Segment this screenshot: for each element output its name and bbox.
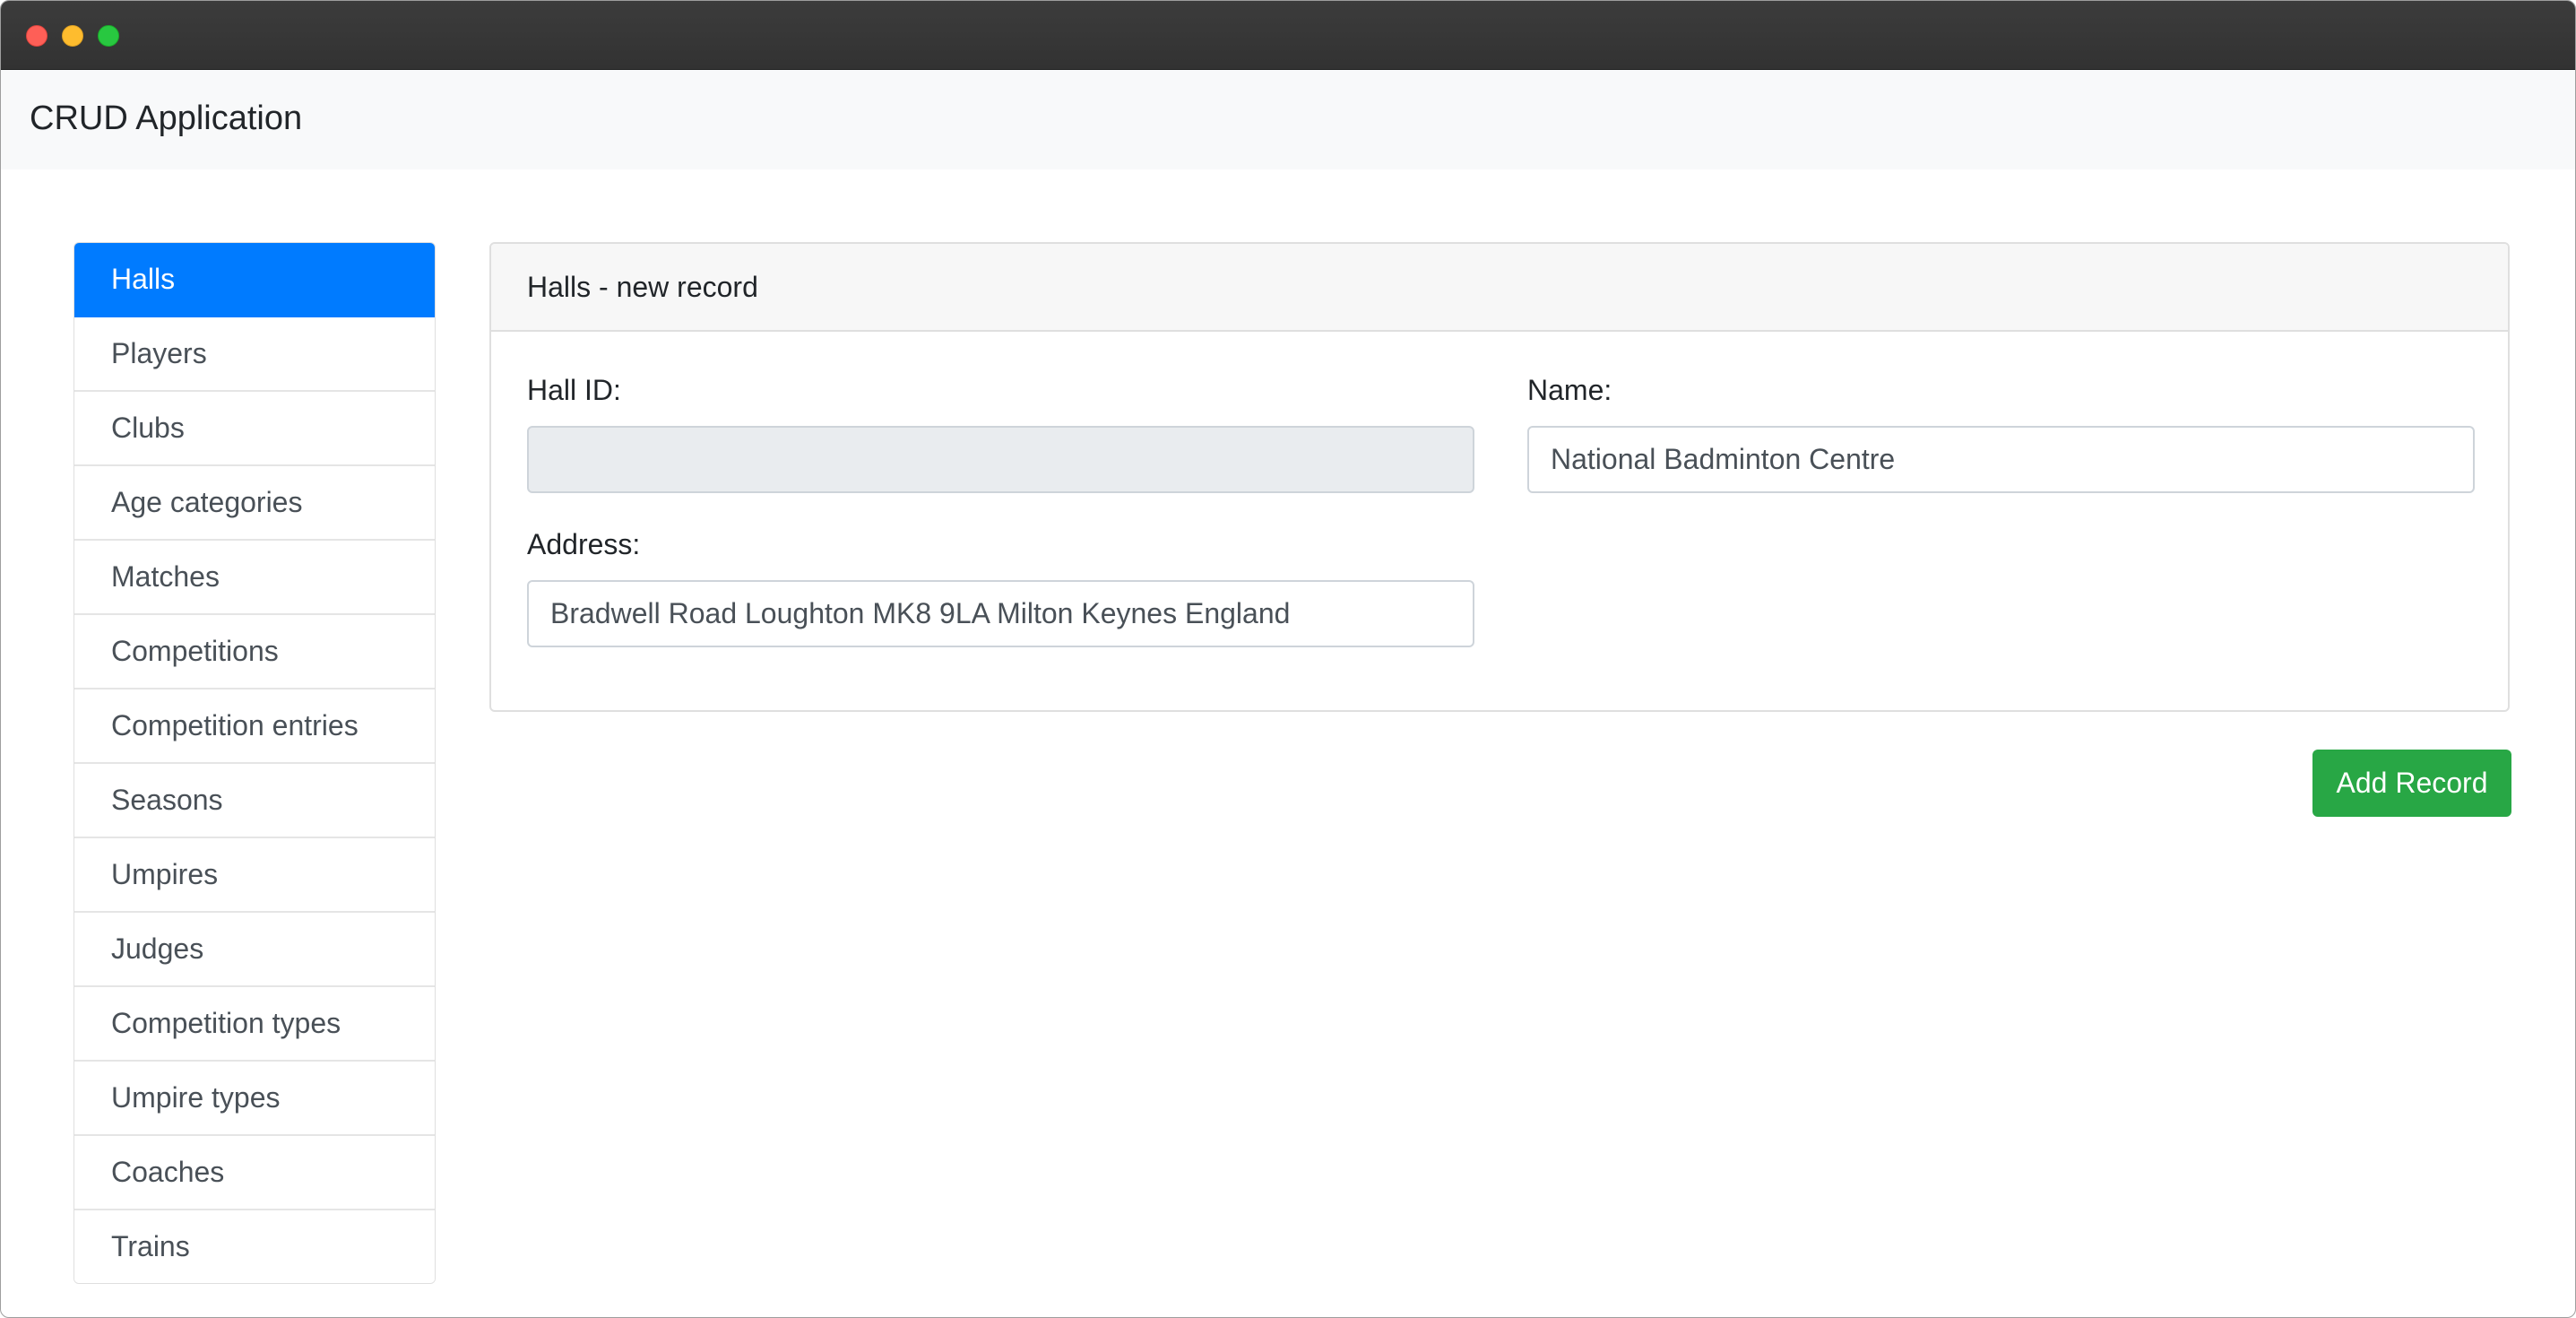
name-label: Name: — [1527, 374, 1612, 406]
sidebar-nav: Halls Players Clubs Age categories Match… — [73, 242, 436, 1284]
name-input[interactable] — [1527, 426, 2475, 493]
sidebar-item-trains[interactable]: Trains — [74, 1210, 435, 1283]
add-record-button[interactable]: Add Record — [2312, 750, 2511, 817]
window-titlebar — [1, 1, 2575, 70]
sidebar-item-competition-entries[interactable]: Competition entries — [74, 689, 435, 764]
sidebar-item-competition-types[interactable]: Competition types — [74, 987, 435, 1062]
sidebar-item-umpire-types[interactable]: Umpire types — [74, 1062, 435, 1136]
sidebar-item-judges[interactable]: Judges — [74, 913, 435, 987]
navbar: CRUD Application — [1, 70, 2575, 169]
sidebar-item-players[interactable]: Players — [74, 317, 435, 392]
maximize-window-button[interactable] — [98, 25, 119, 47]
minimize-window-button[interactable] — [62, 25, 83, 47]
sidebar-item-matches[interactable]: Matches — [74, 541, 435, 615]
hall-id-input[interactable] — [527, 426, 1474, 493]
form-title: Halls - new record — [491, 244, 2508, 332]
address-input[interactable] — [527, 580, 1474, 647]
record-form-card: Halls - new record Hall ID: Name: Addres… — [489, 242, 2510, 712]
close-window-button[interactable] — [26, 25, 48, 47]
sidebar-item-age-categories[interactable]: Age categories — [74, 466, 435, 541]
sidebar-item-coaches[interactable]: Coaches — [74, 1136, 435, 1210]
sidebar-item-umpires[interactable]: Umpires — [74, 838, 435, 913]
hall-id-label: Hall ID: — [527, 374, 621, 406]
sidebar-item-competitions[interactable]: Competitions — [74, 615, 435, 689]
address-label: Address: — [527, 528, 641, 560]
sidebar-item-clubs[interactable]: Clubs — [74, 392, 435, 466]
app-title[interactable]: CRUD Application — [30, 97, 302, 141]
app-window: CRUD Application Halls Players Clubs Age… — [0, 0, 2576, 1318]
sidebar-item-seasons[interactable]: Seasons — [74, 764, 435, 838]
sidebar-item-halls[interactable]: Halls — [74, 243, 435, 317]
